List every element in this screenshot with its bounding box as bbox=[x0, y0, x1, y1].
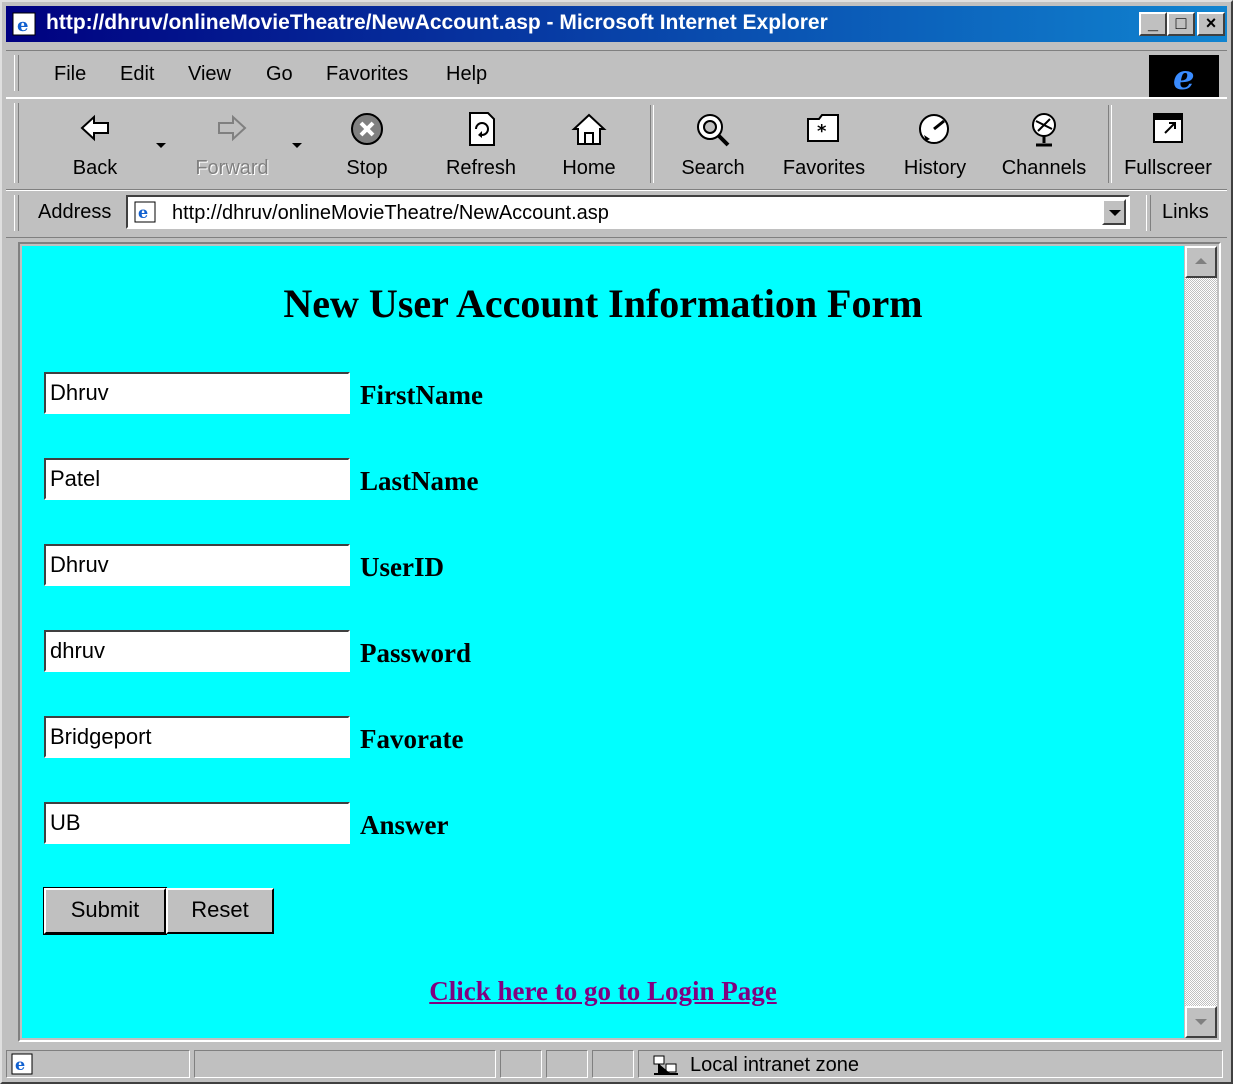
status-bar: e Local intranet zone bbox=[6, 1048, 1227, 1080]
history-icon bbox=[919, 114, 949, 144]
lastname-input[interactable] bbox=[44, 458, 350, 500]
password-input[interactable] bbox=[44, 630, 350, 672]
intranet-zone-icon bbox=[653, 1055, 678, 1075]
scroll-down-button[interactable] bbox=[1185, 1006, 1217, 1038]
back-arrow-icon bbox=[80, 114, 109, 142]
ie-page-icon: e bbox=[12, 12, 36, 36]
forward-dropdown-arrow[interactable] bbox=[292, 143, 302, 148]
channels-button[interactable]: Channels bbox=[992, 105, 1096, 183]
address-grip bbox=[14, 195, 19, 231]
close-button[interactable]: × bbox=[1197, 12, 1225, 36]
stop-icon bbox=[351, 113, 383, 145]
home-button[interactable]: Home bbox=[544, 105, 634, 183]
vertical-scrollbar[interactable] bbox=[1185, 246, 1217, 1038]
status-main-panel: e bbox=[6, 1050, 190, 1078]
firstname-label: FirstName bbox=[360, 380, 483, 410]
stop-label: Stop bbox=[346, 157, 388, 179]
forward-button: Forward bbox=[182, 105, 282, 183]
fullscreen-icon bbox=[1153, 113, 1183, 143]
channels-satellite-icon bbox=[1032, 113, 1056, 147]
password-label: Password bbox=[360, 638, 472, 668]
answer-input[interactable] bbox=[44, 802, 350, 844]
menu-help[interactable]: Help bbox=[446, 63, 487, 86]
menu-grip bbox=[14, 55, 19, 91]
address-input[interactable]: e http://dhruv/onlineMovieTheatre/NewAcc… bbox=[126, 195, 1130, 229]
favorite-input[interactable] bbox=[44, 716, 350, 758]
fullscreen-label: Fullscreer bbox=[1124, 157, 1212, 179]
search-icon bbox=[697, 114, 730, 147]
toolbar-separator bbox=[1108, 105, 1112, 183]
fullscreen-button[interactable]: Fullscreer bbox=[1118, 105, 1218, 183]
favorite-label: Favorate bbox=[360, 724, 464, 754]
menu-edit[interactable]: Edit bbox=[120, 63, 154, 86]
userid-label: UserID bbox=[360, 552, 444, 582]
forward-arrow-icon bbox=[218, 114, 247, 142]
ie-logo-icon: e bbox=[1173, 58, 1195, 98]
menu-bar: File Edit View Go Favorites Help e bbox=[6, 50, 1227, 98]
home-icon bbox=[571, 113, 607, 145]
menu-go[interactable]: Go bbox=[266, 63, 293, 86]
menu-favorites[interactable]: Favorites bbox=[326, 63, 408, 86]
maximize-button[interactable]: □ bbox=[1167, 12, 1195, 36]
status-panel bbox=[592, 1050, 634, 1078]
firstname-input[interactable] bbox=[44, 372, 350, 414]
minimize-button[interactable]: _ bbox=[1139, 12, 1167, 36]
title-bar[interactable]: e http://dhruv/onlineMovieTheatre/NewAcc… bbox=[6, 6, 1227, 42]
browser-window: e http://dhruv/onlineMovieTheatre/NewAcc… bbox=[0, 0, 1233, 1084]
toolbar-grip bbox=[14, 103, 19, 183]
status-panel bbox=[546, 1050, 588, 1078]
content-frame: New User Account Information Form FirstN… bbox=[18, 242, 1221, 1042]
links-grip bbox=[1146, 195, 1151, 231]
links-button[interactable]: Links bbox=[1162, 201, 1209, 224]
page-title: New User Account Information Form bbox=[283, 281, 923, 326]
answer-label: Answer bbox=[360, 810, 449, 840]
lastname-label: LastName bbox=[360, 466, 479, 496]
page-content: New User Account Information Form FirstN… bbox=[22, 246, 1184, 1038]
favorites-label: Favorites bbox=[782, 157, 866, 179]
userid-input[interactable] bbox=[44, 544, 350, 586]
address-label: Address bbox=[38, 201, 112, 223]
ie-page-icon: e bbox=[134, 201, 156, 223]
favorites-folder-icon: * bbox=[807, 114, 839, 142]
forward-label: Forward bbox=[195, 157, 269, 179]
back-dropdown-arrow[interactable] bbox=[156, 143, 166, 148]
home-label: Home bbox=[562, 157, 616, 179]
favorites-button[interactable]: * Favorites bbox=[772, 105, 876, 183]
history-button[interactable]: History bbox=[888, 105, 982, 183]
status-progress-panel bbox=[194, 1050, 496, 1078]
refresh-button[interactable]: Refresh bbox=[432, 105, 530, 183]
svg-text:e: e bbox=[1173, 58, 1195, 97]
svg-text:e: e bbox=[17, 15, 28, 36]
window-title: http://dhruv/onlineMovieTheatre/NewAccou… bbox=[46, 11, 828, 34]
refresh-icon bbox=[469, 112, 495, 146]
toolbar-separator bbox=[650, 105, 654, 183]
refresh-label: Refresh bbox=[445, 157, 517, 179]
stop-button[interactable]: Stop bbox=[322, 105, 412, 183]
menu-view[interactable]: View bbox=[188, 63, 231, 86]
reset-button[interactable]: Reset bbox=[166, 888, 274, 934]
svg-text:e: e bbox=[138, 203, 148, 222]
submit-button[interactable]: Submit bbox=[43, 887, 167, 935]
login-page-link[interactable]: Click here to go to Login Page bbox=[22, 976, 1184, 1007]
svg-text:e: e bbox=[15, 1055, 25, 1074]
ie-throbber-logo: e bbox=[1149, 55, 1219, 98]
search-label: Search bbox=[681, 157, 745, 179]
svg-text:*: * bbox=[817, 121, 827, 142]
address-bar: Address e http://dhruv/onlineMovieTheatr… bbox=[6, 190, 1227, 238]
history-label: History bbox=[903, 157, 967, 179]
menu-file[interactable]: File bbox=[54, 63, 86, 86]
standard-toolbar: Back Forward Stop Refresh Home Search * … bbox=[6, 98, 1227, 190]
address-dropdown-button[interactable] bbox=[1102, 199, 1126, 225]
scroll-up-button[interactable] bbox=[1185, 246, 1217, 278]
channels-label: Channels bbox=[1001, 157, 1087, 179]
back-button[interactable]: Back bbox=[50, 105, 140, 183]
status-panel bbox=[500, 1050, 542, 1078]
search-button[interactable]: Search bbox=[666, 105, 760, 183]
ie-status-icon: e bbox=[11, 1053, 33, 1075]
back-label: Back bbox=[72, 157, 118, 179]
status-zone-text: Local intranet zone bbox=[690, 1054, 860, 1076]
address-url: http://dhruv/onlineMovieTheatre/NewAccou… bbox=[172, 202, 609, 224]
